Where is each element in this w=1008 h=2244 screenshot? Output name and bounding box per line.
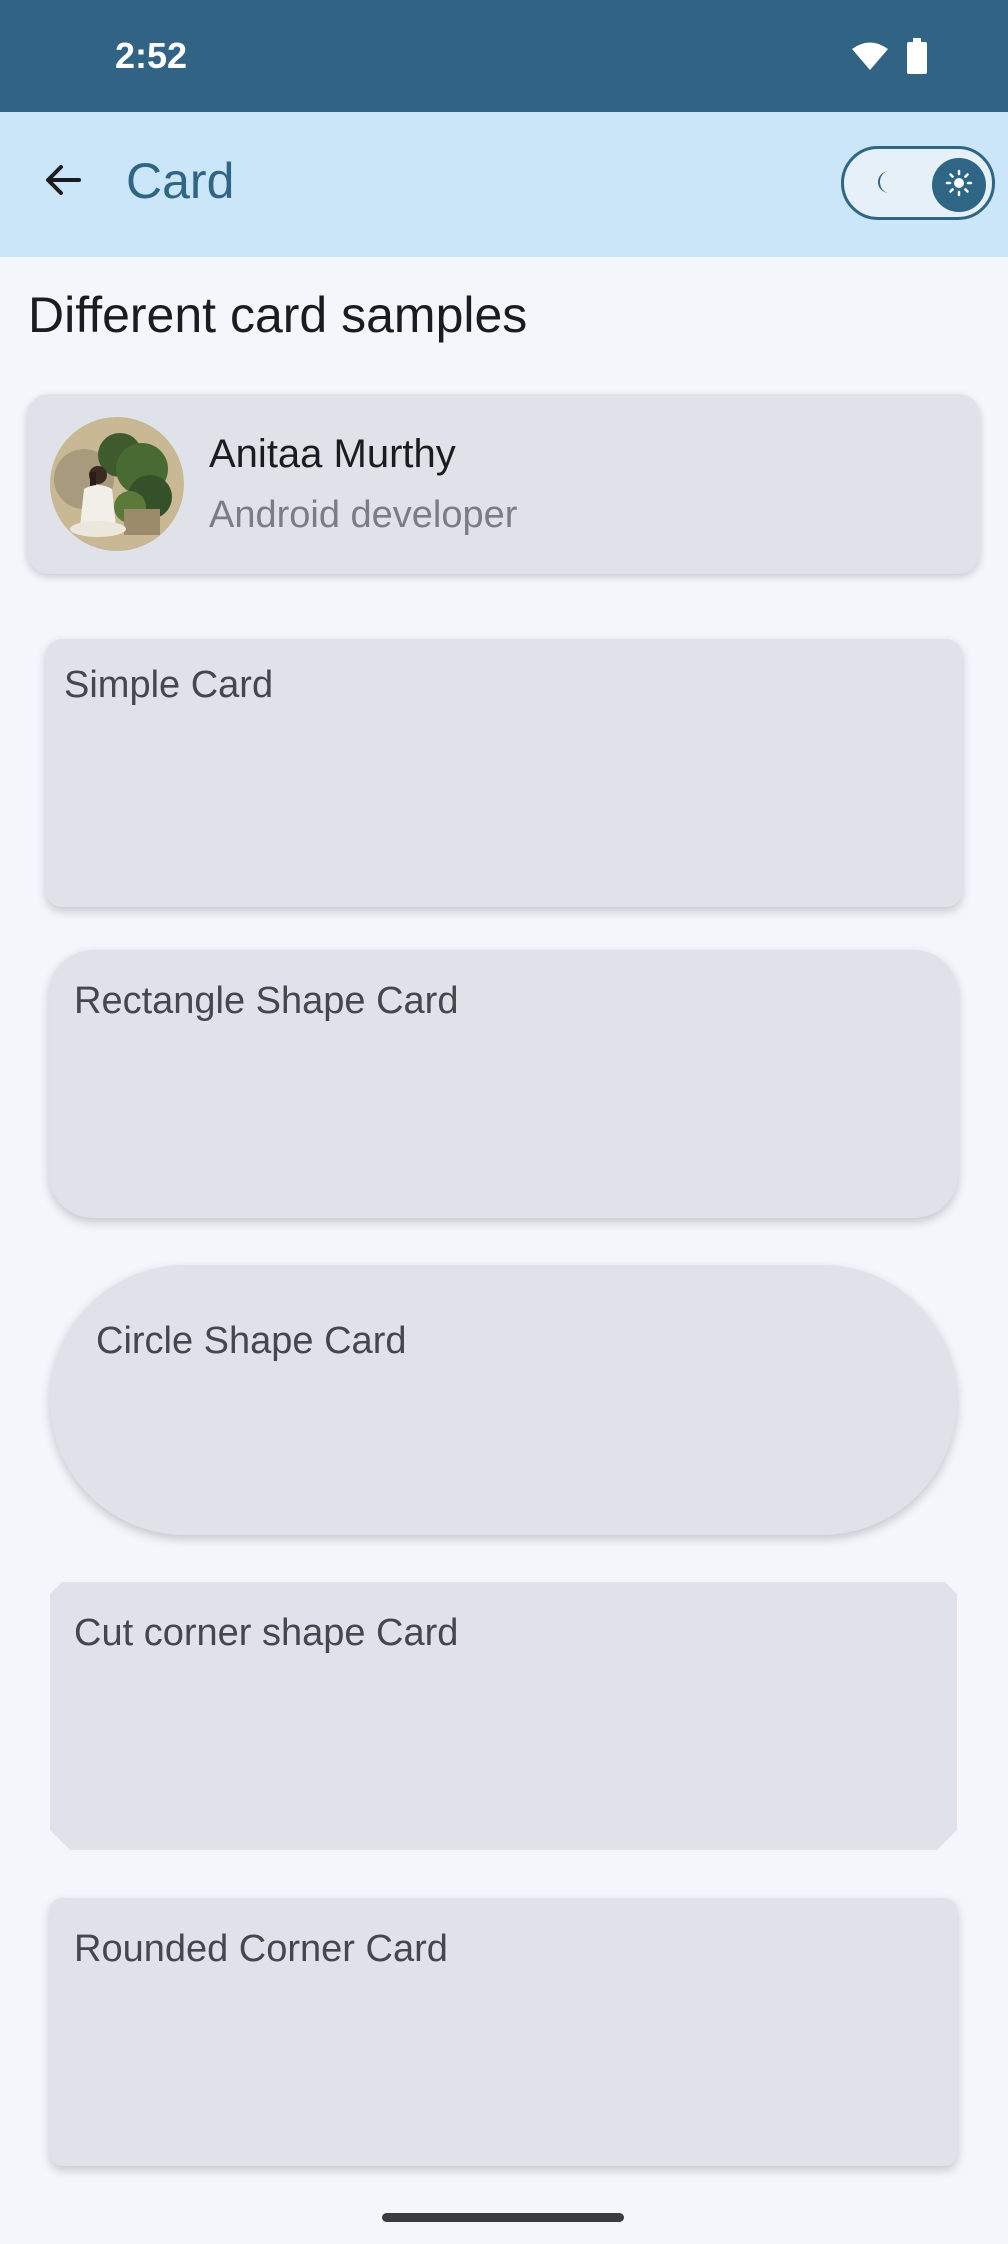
simple-card[interactable]: Simple Card [46,639,962,907]
gesture-nav-handle[interactable] [382,2213,624,2222]
profile-name: Anitaa Murthy [209,432,456,476]
rounded-corner-card[interactable]: Rounded Corner Card [50,1898,957,2166]
cut-corner-shape-card-label: Cut corner shape Card [74,1612,459,1654]
back-button[interactable] [38,157,88,207]
rounded-corner-card-label: Rounded Corner Card [74,1928,448,1970]
avatar [50,417,184,551]
app-title: Card [126,153,235,209]
status-time: 2:52 [115,35,188,76]
sun-icon [945,169,973,202]
moon-icon [870,167,900,202]
status-bar: 2:52 [0,0,1008,112]
cut-corner-shape-card[interactable]: Cut corner shape Card [50,1582,957,1850]
battery-icon [906,38,928,79]
rectangle-shape-card-label: Rectangle Shape Card [74,980,459,1022]
page-heading: Different card samples [28,287,528,343]
simple-card-label: Simple Card [64,664,274,706]
circle-shape-card[interactable]: Circle Shape Card [50,1265,957,1535]
profile-card[interactable]: Anitaa Murthy Android developer [27,394,980,574]
rectangle-shape-card[interactable]: Rectangle Shape Card [49,950,958,1218]
arrow-back-icon [43,160,83,205]
theme-toggle[interactable] [841,146,995,220]
status-icons [850,38,928,79]
top-app-bar: Card [0,112,1008,257]
toggle-thumb [932,158,986,212]
circle-shape-card-label: Circle Shape Card [96,1320,407,1362]
wifi-icon [850,40,890,77]
profile-role: Android developer [209,494,518,536]
